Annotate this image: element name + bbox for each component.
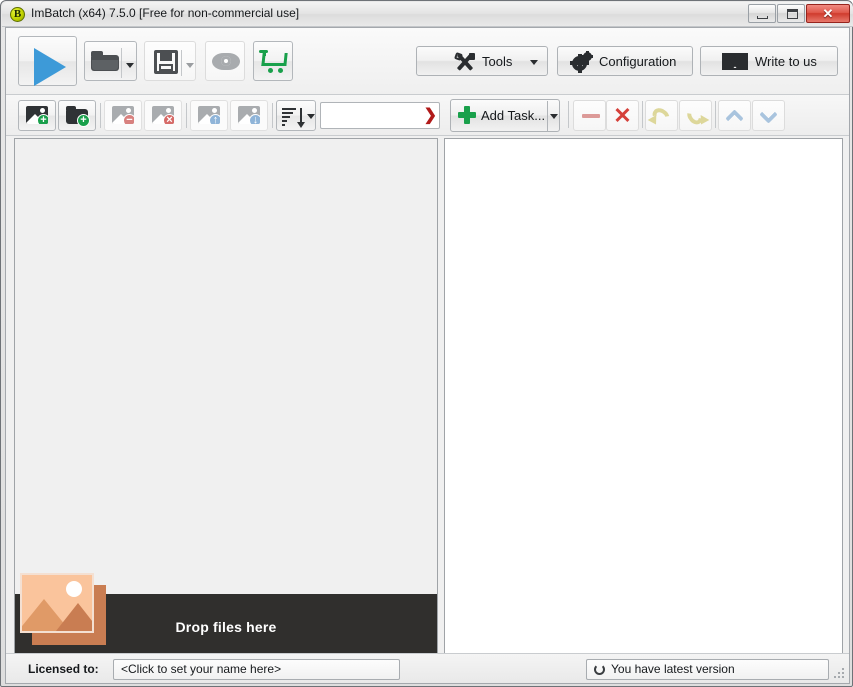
minus-icon xyxy=(582,114,600,118)
configuration-label: Configuration xyxy=(599,54,677,69)
move-image-up-button[interactable]: ↑ xyxy=(190,100,228,131)
play-icon xyxy=(34,48,66,86)
tools-button[interactable]: Tools xyxy=(416,46,548,76)
chevron-down-icon xyxy=(759,105,778,124)
move-up-image-icon: ↑ xyxy=(198,106,220,124)
open-dropdown-caret-icon[interactable] xyxy=(126,63,134,68)
minimize-button[interactable] xyxy=(748,4,776,23)
filter-clear-icon[interactable]: ❯ xyxy=(424,105,437,125)
app-logo-icon: B xyxy=(10,7,25,22)
delete-all-tasks-button[interactable]: ✕ xyxy=(606,100,639,131)
write-to-us-button[interactable]: Write to us xyxy=(700,46,838,76)
chevron-up-icon xyxy=(725,109,744,128)
move-task-up-button[interactable] xyxy=(718,100,751,131)
add-folder-icon: + xyxy=(66,106,90,127)
files-toolbar: + + − × ↑ ↓ ❯ Add Task... ✕ xyxy=(6,95,849,136)
sort-dropdown-caret-icon[interactable] xyxy=(307,114,315,119)
run-button[interactable] xyxy=(18,36,77,86)
plus-icon xyxy=(458,106,476,124)
application-window: B ImBatch (x64) 7.5.0 [Free for non-comm… xyxy=(0,0,853,687)
add-images-button[interactable]: + xyxy=(18,100,56,131)
move-image-down-button[interactable]: ↓ xyxy=(230,100,268,131)
add-task-dropdown-caret-icon[interactable] xyxy=(550,114,558,119)
move-down-image-icon: ↓ xyxy=(238,106,260,124)
plus-badge-icon: + xyxy=(37,114,48,124)
add-task-button[interactable]: Add Task... xyxy=(450,99,560,132)
arrow-down-badge-icon: ↓ xyxy=(249,114,260,124)
resize-grip[interactable] xyxy=(834,668,846,680)
file-filter-input[interactable]: ❯ xyxy=(320,102,440,129)
add-folder-button[interactable]: + xyxy=(58,100,96,131)
add-image-icon: + xyxy=(26,106,48,124)
window-client-area: Tools Configuration Write to us + + − × … xyxy=(5,27,850,684)
sort-descending-icon xyxy=(282,108,308,128)
drop-files-image-icon xyxy=(20,573,106,645)
sort-button[interactable] xyxy=(276,100,316,131)
gear-icon xyxy=(570,51,594,73)
update-status-field[interactable]: You have latest version xyxy=(586,659,829,680)
remove-image-button[interactable]: − xyxy=(104,100,142,131)
plus-badge-icon: + xyxy=(77,114,90,127)
clear-images-button[interactable]: × xyxy=(144,100,182,131)
maximize-button[interactable] xyxy=(777,4,805,23)
task-list-panel[interactable] xyxy=(444,138,843,683)
update-status-label: You have latest version xyxy=(611,662,735,676)
tools-dropdown-caret-icon[interactable] xyxy=(530,60,538,65)
undo-button[interactable] xyxy=(645,100,678,131)
tools-icon xyxy=(454,52,475,71)
licensed-to-field[interactable]: <Click to set your name here> xyxy=(113,659,400,680)
window-title: ImBatch (x64) 7.5.0 [Free for non-commer… xyxy=(31,6,300,20)
configuration-button[interactable]: Configuration xyxy=(557,46,693,76)
open-folder-icon xyxy=(91,51,119,72)
minus-badge-icon: − xyxy=(123,114,134,124)
delete-image-icon: × xyxy=(152,106,174,124)
cross-icon: ✕ xyxy=(613,103,632,128)
licensed-to-label: Licensed to: xyxy=(28,662,99,676)
write-to-us-label: Write to us xyxy=(755,54,817,69)
refresh-icon xyxy=(594,664,605,675)
remove-task-button[interactable] xyxy=(573,100,606,131)
buy-button[interactable] xyxy=(253,41,293,81)
cross-badge-icon: × xyxy=(163,114,174,124)
arrow-up-badge-icon: ↑ xyxy=(209,114,220,124)
redo-button[interactable] xyxy=(679,100,712,131)
minimize-icon xyxy=(757,16,768,19)
shopping-cart-icon xyxy=(259,48,289,74)
envelope-icon xyxy=(722,53,748,70)
window-controls: ✕ xyxy=(748,4,850,23)
move-task-down-button[interactable] xyxy=(752,100,785,131)
main-toolbar: Tools Configuration Write to us xyxy=(6,28,849,95)
drop-files-label: Drop files here xyxy=(175,619,277,635)
title-bar: B ImBatch (x64) 7.5.0 [Free for non-comm… xyxy=(2,2,853,27)
save-button[interactable] xyxy=(144,41,196,81)
save-floppy-icon xyxy=(154,50,178,74)
remove-image-icon: − xyxy=(112,106,134,124)
restore-icon xyxy=(787,9,798,19)
tools-label: Tools xyxy=(482,54,513,69)
status-bar: Licensed to: <Click to set your name her… xyxy=(6,653,849,683)
preview-button[interactable] xyxy=(205,41,245,81)
eye-icon xyxy=(212,53,240,70)
close-button[interactable]: ✕ xyxy=(806,4,850,23)
save-dropdown-caret-icon[interactable] xyxy=(186,63,194,68)
open-button[interactable] xyxy=(84,41,137,81)
add-task-label: Add Task... xyxy=(481,108,546,123)
close-icon: ✕ xyxy=(822,6,834,21)
